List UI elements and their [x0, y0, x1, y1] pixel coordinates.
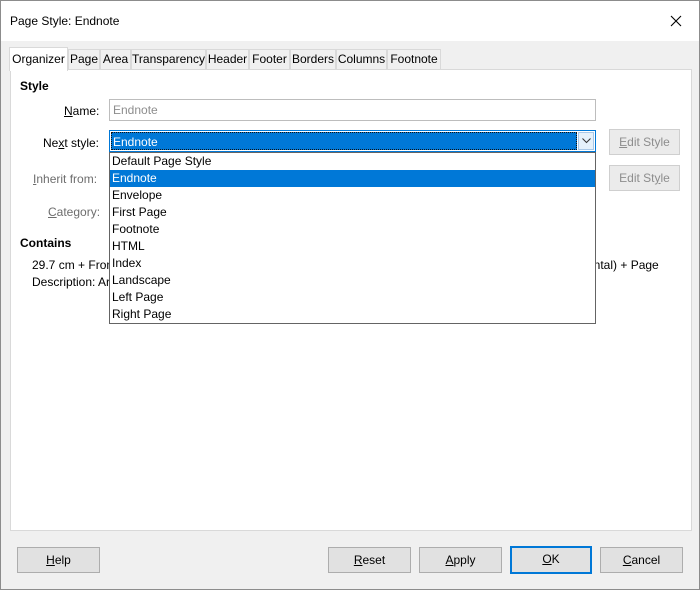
window-title: Page Style: Endnote	[10, 14, 120, 28]
next-style-dropdown-button[interactable]	[578, 132, 594, 150]
close-button[interactable]	[653, 1, 699, 41]
next-style-dropdown-list[interactable]: Default Page Style Endnote Envelope Firs…	[109, 152, 596, 324]
option-default-page-style[interactable]: Default Page Style	[110, 153, 595, 170]
name-label: Name:	[64, 104, 100, 118]
help-button[interactable]: Help	[17, 547, 100, 573]
reset-button[interactable]: Reset	[328, 547, 411, 573]
tab-footnote[interactable]: Footnote	[387, 49, 441, 70]
tab-area[interactable]: Area	[100, 49, 131, 70]
option-footnote[interactable]: Footnote	[110, 221, 595, 238]
page-style-dialog: Page Style: Endnote Organizer Page Area …	[0, 0, 700, 590]
inherit-from-label: Inherit from:	[33, 172, 98, 186]
contains-heading: Contains	[20, 236, 72, 250]
option-right-page[interactable]: Right Page	[110, 306, 595, 323]
ok-button[interactable]: OK	[510, 546, 592, 574]
tab-columns[interactable]: Columns	[336, 49, 387, 70]
tab-page[interactable]: Page	[68, 49, 100, 70]
option-index[interactable]: Index	[110, 255, 595, 272]
chevron-down-icon	[582, 138, 591, 144]
tab-borders[interactable]: Borders	[290, 49, 336, 70]
option-envelope[interactable]: Envelope	[110, 187, 595, 204]
edit-inherit-style-button[interactable]: Edit Style	[609, 165, 680, 191]
tab-organizer[interactable]: Organizer	[9, 47, 68, 71]
option-landscape[interactable]: Landscape	[110, 272, 595, 289]
next-style-value: Endnote	[111, 132, 577, 150]
option-endnote[interactable]: Endnote	[110, 170, 595, 187]
next-style-combo[interactable]: Endnote	[109, 130, 596, 152]
close-icon	[670, 15, 682, 27]
title-bar[interactable]: Page Style: Endnote	[1, 1, 699, 41]
cancel-button[interactable]: Cancel	[600, 547, 683, 573]
style-heading: Style	[20, 79, 49, 93]
contains-line1-start: 29.7 cm + From	[32, 258, 117, 272]
option-first-page[interactable]: First Page	[110, 204, 595, 221]
apply-button[interactable]: Apply	[419, 547, 502, 573]
edit-next-style-button[interactable]: Edit Style	[609, 129, 680, 155]
contains-description: Description: Ar	[32, 275, 111, 289]
tab-footer[interactable]: Footer	[249, 49, 290, 70]
name-field[interactable]: Endnote	[109, 99, 596, 121]
category-label: Category:	[48, 205, 101, 219]
tab-transparency[interactable]: Transparency	[131, 49, 206, 70]
next-style-label: Next style:	[43, 136, 100, 150]
tab-header[interactable]: Header	[206, 49, 249, 70]
option-html[interactable]: HTML	[110, 238, 595, 255]
option-left-page[interactable]: Left Page	[110, 289, 595, 306]
